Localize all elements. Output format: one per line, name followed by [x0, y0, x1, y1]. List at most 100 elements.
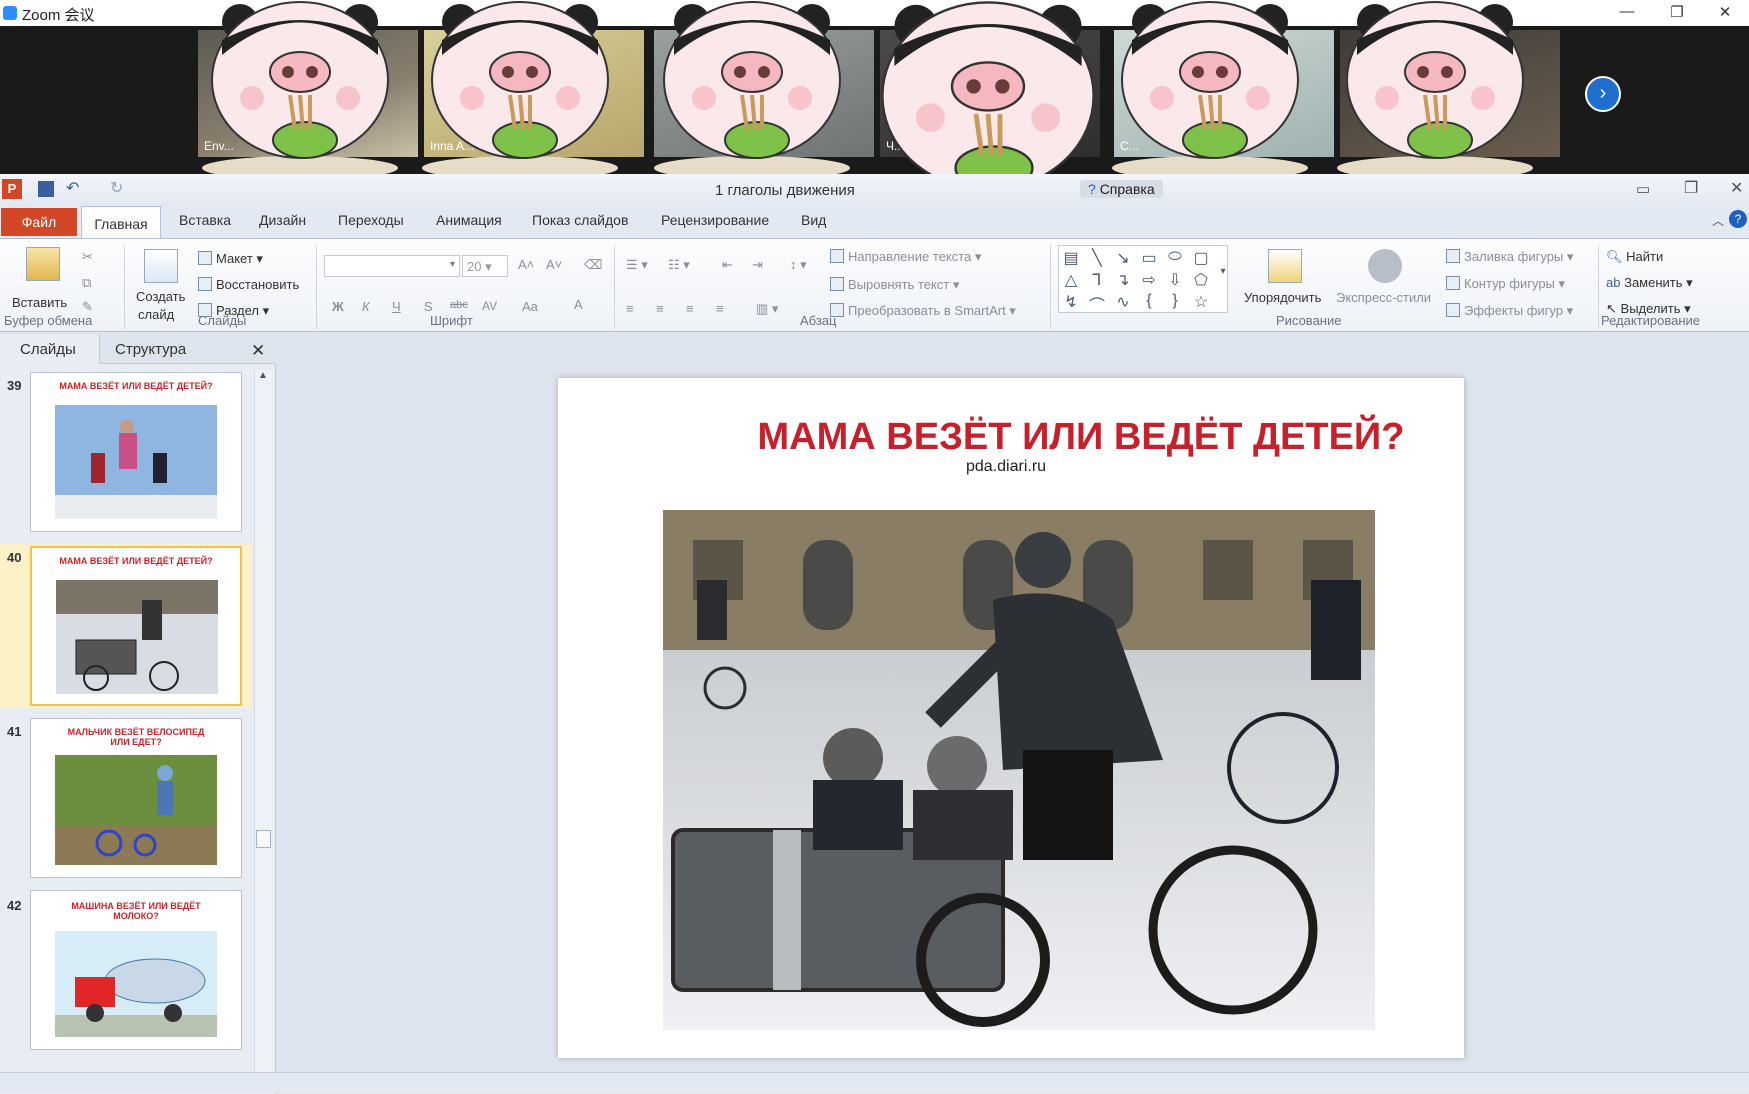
- elbow-arrow-icon[interactable]: ↴: [1113, 270, 1133, 290]
- arrange-button[interactable]: Упорядочить: [1244, 290, 1321, 305]
- copy-icon[interactable]: ⧉: [82, 275, 91, 291]
- next-participants-button[interactable]: ›: [1585, 76, 1621, 112]
- underline-button[interactable]: Ч: [392, 299, 401, 314]
- slide-source[interactable]: pda.diari.ru: [966, 458, 1046, 476]
- group-slides-label: Слайды: [198, 313, 247, 328]
- ppt-restore-icon[interactable]: ❐: [1684, 178, 1698, 198]
- italic-button[interactable]: К: [362, 299, 370, 314]
- cut-icon[interactable]: ✂: [82, 249, 93, 265]
- elbow-connector-icon[interactable]: ⅂: [1087, 270, 1107, 290]
- increase-indent-icon[interactable]: ⇥: [752, 257, 763, 273]
- tab-slides[interactable]: Слайды: [20, 341, 76, 358]
- collapse-ribbon-icon[interactable]: ︿: [1712, 212, 1724, 229]
- shape-outline-button[interactable]: Контур фигуры ▾: [1446, 276, 1565, 292]
- triangle-shape-icon[interactable]: △: [1061, 270, 1081, 290]
- tab-transitions[interactable]: Переходы: [338, 212, 404, 228]
- new-slide-button-line2[interactable]: слайд: [138, 307, 174, 322]
- tab-view[interactable]: Вид: [801, 212, 826, 228]
- slide-title[interactable]: МАМА ВЕЗЁТ ИЛИ ВЕДЁТ ДЕТЕЙ?: [558, 416, 1464, 459]
- restore-icon[interactable]: ❐: [1657, 3, 1697, 21]
- gallery-more-icon[interactable]: ▾: [1213, 266, 1233, 277]
- tab-home[interactable]: Главная: [81, 206, 161, 240]
- tab-outline[interactable]: Структура: [115, 341, 186, 358]
- ppt-close-icon[interactable]: ✕: [1730, 178, 1743, 198]
- align-left-icon[interactable]: ≡: [626, 301, 634, 316]
- decrease-indent-icon[interactable]: ⇤: [722, 257, 733, 273]
- left-brace-shape-icon[interactable]: {: [1139, 292, 1159, 310]
- chevron-right-icon: ›: [1599, 82, 1607, 104]
- slide-thumbnail[interactable]: МАЛЬЧИК ВЕЗЁТ ВЕЛОСИПЕД ИЛИ ЕДЕТ?: [30, 718, 242, 878]
- bold-button[interactable]: Ж: [332, 299, 344, 314]
- ppt-minimize-icon[interactable]: ▭: [1636, 180, 1650, 198]
- change-case-button[interactable]: Aa: [522, 299, 538, 314]
- numbering-icon[interactable]: ☷ ▾: [668, 257, 690, 273]
- font-family-select[interactable]: ▾: [324, 255, 460, 277]
- rectangle-shape-icon[interactable]: ▭: [1139, 248, 1159, 268]
- thumbnail-scrollbar[interactable]: ▲ ▼: [254, 370, 272, 1085]
- tab-design[interactable]: Дизайн: [259, 212, 306, 228]
- slide-thumbnail[interactable]: МАМА ВЕЗЁТ ИЛИ ВЕДЁТ ДЕТЕЙ?: [30, 372, 242, 532]
- find-button[interactable]: 🔍︎ Найти: [1606, 249, 1663, 265]
- bullets-icon[interactable]: ☰ ▾: [626, 257, 648, 273]
- star-shape-icon[interactable]: ☆: [1191, 292, 1211, 312]
- strikethrough-button[interactable]: abc: [450, 299, 468, 311]
- help-menu[interactable]: ? Справка: [1080, 180, 1163, 198]
- slide-canvas[interactable]: МАМА ВЕЗЁТ ИЛИ ВЕДЁТ ДЕТЕЙ? pda.diari.ru: [558, 378, 1464, 1058]
- reset-button[interactable]: Восстановить: [198, 277, 299, 292]
- close-pane-icon[interactable]: ✕: [251, 341, 265, 361]
- line-shape-icon[interactable]: ╲: [1087, 248, 1107, 268]
- scroll-up-icon[interactable]: ▲: [258, 370, 268, 381]
- shrink-font-icon[interactable]: A˅: [546, 257, 562, 272]
- quick-styles-button[interactable]: Экспресс-стили: [1336, 290, 1431, 305]
- slide-thumbnail[interactable]: МАМА ВЕЗЁТ ИЛИ ВЕДЁТ ДЕТЕЙ?: [30, 546, 242, 706]
- tab-animation[interactable]: Анимация: [436, 212, 502, 228]
- ribbon-help-icon[interactable]: ?: [1729, 210, 1747, 228]
- shape-effects-button[interactable]: Эффекты фигур ▾: [1446, 303, 1573, 319]
- slide-photo[interactable]: [663, 510, 1375, 1030]
- font-color-button[interactable]: A: [574, 297, 583, 312]
- textbox-shape-icon[interactable]: ▤: [1061, 248, 1081, 268]
- shapes-gallery[interactable]: ▤ ╲ ↘ ▭ ⬭ ▢ △ ⅂ ↴ ⇨ ⇩ ⬠ ↯ ⌒ ∿ { } ☆ ▾: [1058, 245, 1228, 316]
- shadow-button[interactable]: S: [424, 299, 433, 314]
- right-arrow-shape-icon[interactable]: ⇨: [1139, 270, 1159, 290]
- align-text-button[interactable]: Выровнять текст ▾: [830, 277, 959, 293]
- slides-pane: Слайды Структура ✕ 39 МАМА ВЕЗЁТ ИЛИ ВЕД…: [0, 334, 276, 1094]
- lightning-shape-icon[interactable]: ↯: [1061, 292, 1081, 312]
- align-center-icon[interactable]: ≡: [656, 301, 664, 316]
- pentagon-shape-icon[interactable]: ⬠: [1191, 270, 1211, 290]
- slide-thumbnail[interactable]: МАШИНА ВЕЗЁТ ИЛИ ВЕДЁТ МОЛОКО?: [30, 890, 242, 1050]
- clear-format-icon[interactable]: ⌫: [584, 257, 602, 273]
- replace-label: Заменить: [1624, 275, 1683, 290]
- arrow-line-shape-icon[interactable]: ↘: [1113, 248, 1133, 268]
- align-right-icon[interactable]: ≡: [686, 301, 694, 316]
- smartart-button[interactable]: Преобразовать в SmartArt ▾: [830, 303, 1016, 319]
- shape-fill-button[interactable]: Заливка фигуры ▾: [1446, 249, 1573, 265]
- columns-icon[interactable]: ▥ ▾: [756, 301, 778, 317]
- down-arrow-shape-icon[interactable]: ⇩: [1165, 270, 1185, 290]
- rounded-rect-shape-icon[interactable]: ▢: [1191, 248, 1211, 268]
- undo-icon[interactable]: ↶: [66, 178, 79, 198]
- oval-shape-icon[interactable]: ⬭: [1165, 248, 1185, 266]
- grow-font-icon[interactable]: A˄: [518, 257, 534, 272]
- curve-shape-icon[interactable]: ⌒: [1087, 292, 1107, 316]
- justify-icon[interactable]: ≡: [716, 301, 724, 316]
- tab-file[interactable]: Файл: [1, 208, 77, 236]
- new-slide-button-line1[interactable]: Создать: [136, 289, 185, 304]
- close-icon[interactable]: ✕: [1705, 3, 1745, 21]
- spacing-button[interactable]: AV: [482, 299, 497, 313]
- text-direction-button[interactable]: Направление текста ▾: [830, 249, 981, 265]
- scroll-thumb[interactable]: [256, 830, 271, 848]
- line-spacing-icon[interactable]: ↕ ▾: [790, 257, 807, 273]
- layout-button[interactable]: Макет ▾: [198, 251, 263, 267]
- tab-insert[interactable]: Вставка: [179, 212, 231, 228]
- tab-slideshow[interactable]: Показ слайдов: [532, 212, 628, 228]
- redo-icon[interactable]: ↻: [110, 178, 123, 198]
- freeform-shape-icon[interactable]: ∿: [1113, 292, 1133, 312]
- font-size-select[interactable]: 20 ▾: [462, 255, 508, 277]
- right-brace-shape-icon[interactable]: }: [1165, 292, 1185, 310]
- replace-button[interactable]: ab Заменить ▾: [1606, 275, 1693, 291]
- tab-review[interactable]: Рецензирование: [661, 212, 769, 228]
- save-icon[interactable]: [38, 181, 54, 197]
- paste-button[interactable]: Вставить: [12, 295, 67, 310]
- minimize-icon[interactable]: —: [1607, 3, 1647, 20]
